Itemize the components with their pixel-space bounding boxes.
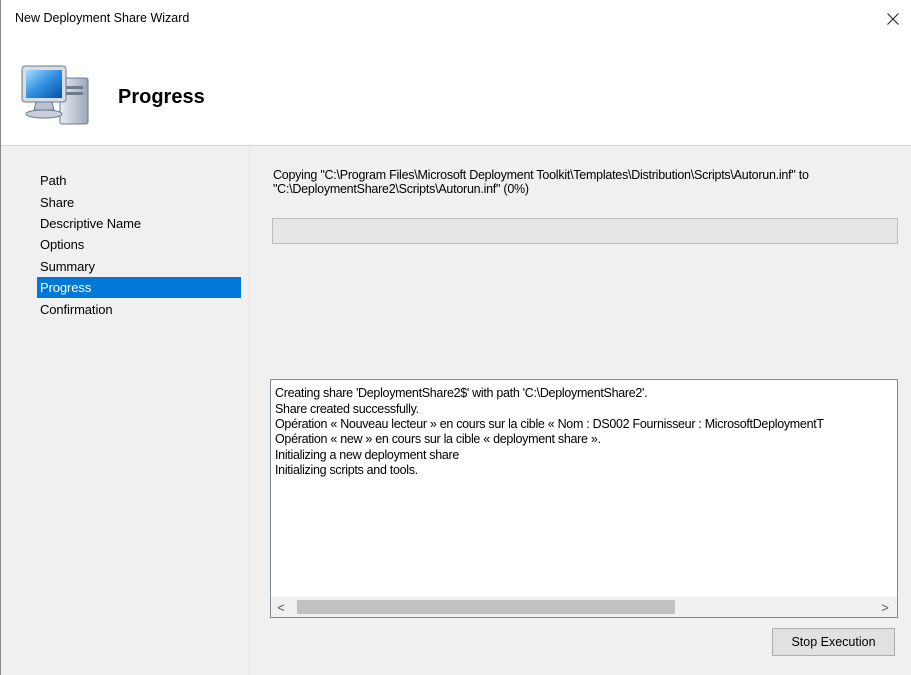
nav-item-confirmation[interactable]: Confirmation [37,299,241,320]
horizontal-scrollbar[interactable]: < > [271,597,897,617]
computer-icon [21,65,89,125]
window-title: New Deployment Share Wizard [15,11,190,25]
nav-item-path[interactable]: Path [37,170,241,191]
log-line: Opération « new » en cours sur la cible … [275,432,601,446]
nav-item-share[interactable]: Share [37,192,241,213]
status-text-line2: "C:\DeploymentShare2\Scripts\Autorun.inf… [273,182,529,196]
nav-item-progress[interactable]: Progress [37,277,241,298]
chevron-left-icon: < [277,599,285,615]
nav-item-summary[interactable]: Summary [37,256,241,277]
stop-execution-button[interactable]: Stop Execution [772,628,895,656]
nav-item-options[interactable]: Options [37,234,241,255]
page-title: Progress [118,86,205,108]
status-text-line1: Copying "C:\Program Files\Microsoft Depl… [273,168,809,182]
scroll-left-button[interactable]: < [271,597,291,617]
log-line: Opération « Nouveau lecteur » en cours s… [275,417,824,431]
log-line: Share created successfully. [275,402,419,416]
log-output-box[interactable]: Creating share 'DeploymentShare2$' with … [270,379,898,618]
scrollbar-thumb[interactable] [297,600,675,614]
log-line: Initializing scripts and tools. [275,463,418,477]
close-button[interactable] [880,6,906,32]
nav-item-descriptive-name[interactable]: Descriptive Name [37,213,241,234]
chevron-right-icon: > [881,599,889,615]
log-line: Creating share 'DeploymentShare2$' with … [275,386,648,400]
progress-bar [272,218,898,244]
close-icon [887,13,899,25]
log-line: Initializing a new deployment share [275,448,460,462]
scroll-right-button[interactable]: > [875,597,895,617]
